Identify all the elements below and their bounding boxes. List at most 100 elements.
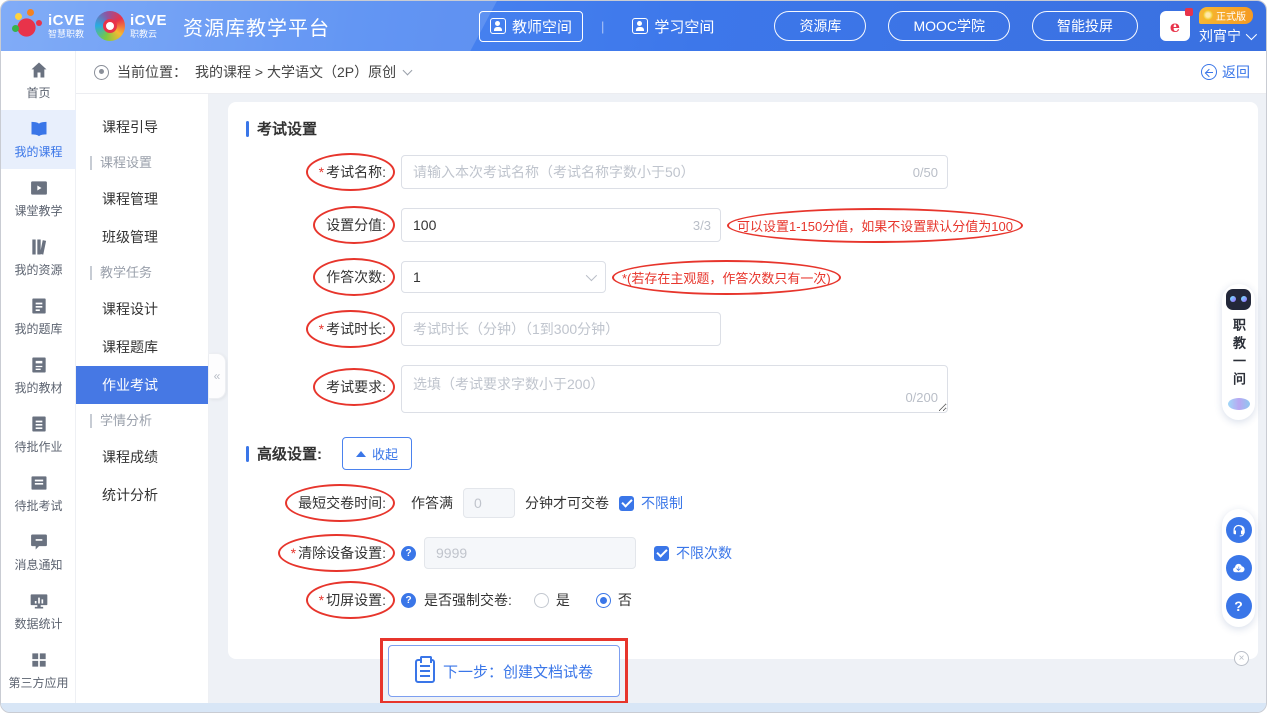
next-create-paper-button[interactable]: 下一步：创建文档试卷 [388,645,620,697]
device-clear-input [424,537,636,569]
headset-icon [1231,523,1246,538]
location-pin-icon [94,65,109,80]
breadcrumb-path[interactable]: 我的课程 > 大学语文（2P）原创 [195,62,396,82]
submenu-item-class-mgmt[interactable]: 班级管理 [76,218,208,256]
course-submenu: 课程引导 课程设置 课程管理 班级管理 教学任务 课程设计 课程题库 作业考试 … [76,94,209,704]
question-bank-icon [29,296,49,316]
requirement-textarea[interactable] [401,365,948,413]
bottom-strip [1,703,1267,712]
help-button[interactable]: ? [1226,593,1252,619]
teacher-space-button[interactable]: 教师空间 [479,11,583,42]
icon-sidebar: 首页 我的课程 课堂教学 我的资源 我的题库 我的教材 待批作业 待批考试 [1,51,76,706]
smart-cast-button[interactable]: 智能投屏 [1032,11,1138,41]
min-submit-input [463,488,515,518]
force-submit-question: 是否强制交卷: [424,590,512,610]
sidebar-item-third-party[interactable]: 第三方应用 [1,641,76,700]
collapse-advanced-button[interactable]: 收起 [342,437,412,470]
annotation-ellipse: 最短交卷时间: [298,491,386,515]
exam-name-input[interactable] [401,155,948,189]
radio-no-label[interactable]: 否 [618,590,632,610]
help-icon[interactable]: ? [401,593,416,608]
home-icon [29,60,49,80]
radio-yes[interactable] [534,593,549,608]
submenu-item-course-guide[interactable]: 课程引导 [76,108,208,146]
back-button[interactable]: 返回 [1201,62,1250,82]
sidebar-item-messages[interactable]: 消息通知 [1,523,76,582]
duration-input[interactable] [401,312,721,346]
close-icon[interactable]: × [1234,651,1249,666]
radio-yes-label[interactable]: 是 [556,590,570,610]
app-window: iCVE 智慧职教 iCVE 职教云 资源库教学平台 教师空间 | 学习 [0,0,1267,713]
score-input[interactable] [401,208,721,242]
resource-library-button[interactable]: 资源库 [774,11,866,41]
score-label: 设置分值: [326,217,386,233]
no-limit-checkbox[interactable] [619,496,634,511]
sidebar-item-question-bank[interactable]: 我的题库 [1,287,76,346]
attempts-label: 作答次数: [326,269,386,285]
data-stats-icon [29,591,49,611]
attempts-note: *(若存在主观题，作答次数只有一次) [620,265,833,290]
teacher-icon [490,18,506,34]
annotation-ellipse: 设置分值: [326,213,386,237]
submenu-item-homework-exam[interactable]: 作业考试 [76,366,208,404]
chevron-down-icon [586,270,597,281]
assistant-widget[interactable]: 职教一问 [1222,284,1255,420]
duration-label: 考试时长: [326,321,386,337]
submenu-item-stats-analysis[interactable]: 统计分析 [76,476,208,514]
submenu-section-course-settings: 课程设置 [76,146,208,180]
attempts-select[interactable]: 1 [401,261,606,293]
version-badge: 正式版 [1199,7,1253,24]
gradient-blob-icon [1228,398,1250,410]
my-courses-icon [29,119,49,139]
submenu-item-course-grades[interactable]: 课程成绩 [76,438,208,476]
student-icon [632,18,648,34]
download-button[interactable] [1226,555,1252,581]
textbook-icon [29,355,49,375]
icve-logo-icon [13,11,43,41]
min-submit-row: 最短交卷时间: 作答满 分钟才可交卷 不限制 [246,488,1258,518]
logo-sub: 智慧职教 [48,30,85,39]
username: 刘宵宁 [1199,26,1241,46]
zhijiaoyun-logo-icon [95,11,125,41]
unlimited-times-label[interactable]: 不限次数 [676,543,732,563]
customer-service-button[interactable] [1226,517,1252,543]
screen-switch-label: 切屏设置: [326,592,386,608]
min-submit-label: 最短交卷时间: [298,495,386,511]
annotation-ellipse: *切屏设置: [319,588,386,612]
sidebar-item-home[interactable]: 首页 [1,51,76,110]
submenu-item-course-design[interactable]: 课程设计 [76,290,208,328]
floating-toolbar: ? [1222,509,1255,627]
submenu-item-course-bank[interactable]: 课程题库 [76,328,208,366]
submenu-section-learning-analysis: 学情分析 [76,404,208,438]
sidebar-item-textbook[interactable]: 我的教材 [1,346,76,405]
sidebar-item-data-stats[interactable]: 数据统计 [1,582,76,641]
top-header: iCVE 智慧职教 iCVE 职教云 资源库教学平台 教师空间 | 学习 [1,1,1267,51]
sidebar-item-my-courses[interactable]: 我的课程 [1,110,76,169]
user-menu[interactable]: e 正式版 刘宵宁 [1160,7,1254,46]
submenu-item-course-mgmt[interactable]: 课程管理 [76,180,208,218]
chevron-down-icon[interactable] [403,65,413,75]
no-limit-label[interactable]: 不限制 [641,493,683,513]
sidebar-item-classroom[interactable]: 课堂教学 [1,169,76,228]
sidebar-item-pending-homework[interactable]: 待批作业 [1,405,76,464]
annotation-ellipse: 作答次数: [326,265,386,289]
min-submit-suffix: 分钟才可交卷 [525,493,609,513]
learning-space-button[interactable]: 学习空间 [622,12,724,41]
sidebar-item-my-resources[interactable]: 我的资源 [1,228,76,287]
help-icon[interactable]: ? [401,546,416,561]
sidebar-collapse-handle[interactable]: « [209,353,226,399]
sidebar-item-pending-exam[interactable]: 待批考试 [1,464,76,523]
icve-zhijiaoyun-logo: iCVE 职教云 [95,11,167,41]
annotation-ellipse: *清除设备设置: [291,541,386,565]
radio-no[interactable] [596,593,611,608]
exam-settings-panel: 考试设置 *考试名称: 0/50 设置分值: 3/3 可以设置1-150分值，如… [228,102,1258,659]
unlimited-times-checkbox[interactable] [654,546,669,561]
advanced-title: 高级设置: [257,443,322,464]
avatar[interactable]: e [1160,11,1190,41]
back-arrow-icon [1201,64,1217,80]
requirement-row: 考试要求: 0/200 [246,365,1258,413]
platform-title: 资源库教学平台 [183,12,330,41]
pending-exam-icon [29,473,49,493]
mooc-college-button[interactable]: MOOC学院 [888,11,1010,41]
pending-homework-icon [29,414,49,434]
